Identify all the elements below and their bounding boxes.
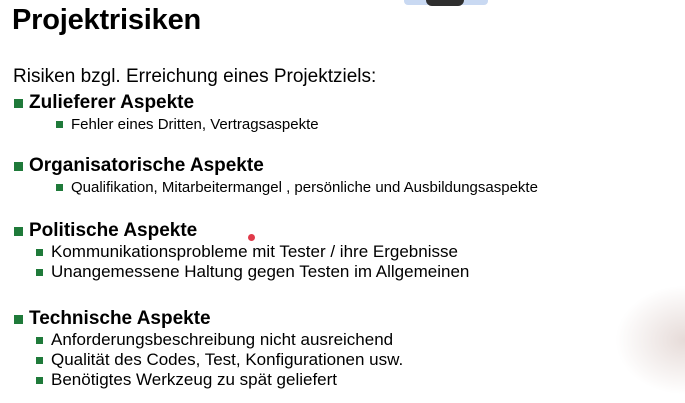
- webcam-shadow: [615, 285, 685, 395]
- section-title: Zulieferer Aspekte: [29, 92, 195, 113]
- list-item: Qualifikation, Mitarbeitermangel , persö…: [56, 177, 538, 197]
- square-bullet-icon: [36, 336, 43, 344]
- list-item-text: Fehler eines Dritten, Vertragsaspekte: [71, 115, 319, 133]
- square-bullet-icon: [36, 356, 43, 364]
- intro-text: Risiken bzgl. Erreichung eines Projektzi…: [13, 66, 377, 87]
- square-bullet-icon: [36, 248, 43, 256]
- toolbar-handle[interactable]: [426, 0, 464, 6]
- list-item-text: Unangemessene Haltung gegen Testen im Al…: [51, 262, 470, 281]
- section-title: Technische Aspekte: [29, 308, 211, 329]
- list-item: Benötigtes Werkzeug zu spät geliefert: [36, 370, 403, 390]
- square-bullet-icon: [56, 120, 63, 128]
- square-bullet-icon: [36, 376, 43, 384]
- list-item-text: Qualifikation, Mitarbeitermangel , persö…: [71, 178, 538, 196]
- laser-pointer-icon: [248, 234, 255, 241]
- section-title: Organisatorische Aspekte: [29, 155, 264, 176]
- list-item: Fehler eines Dritten, Vertragsaspekte: [56, 114, 319, 134]
- square-bullet-icon: [14, 161, 23, 171]
- square-bullet-icon: [14, 314, 23, 324]
- list-item: Anforderungsbeschreibung nicht ausreiche…: [36, 330, 403, 350]
- section-heading: Zulieferer Aspekte: [14, 92, 319, 114]
- top-toolbar-tab[interactable]: [404, 0, 488, 6]
- section-heading: Technische Aspekte: [14, 308, 403, 330]
- section-items: Anforderungsbeschreibung nicht ausreiche…: [14, 330, 403, 390]
- list-item-text: Qualität des Codes, Test, Konfiguratione…: [51, 350, 404, 369]
- square-bullet-icon: [56, 183, 63, 191]
- section-zulieferer: Zulieferer Aspekte Fehler eines Dritten,…: [14, 92, 319, 134]
- list-item-text: Kommunikationsprobleme mit Tester / ihre…: [51, 242, 458, 261]
- list-item: Unangemessene Haltung gegen Testen im Al…: [36, 262, 469, 282]
- list-item-text: Benötigtes Werkzeug zu spät geliefert: [51, 370, 338, 389]
- section-heading: Politische Aspekte: [14, 220, 469, 242]
- section-organisatorisch: Organisatorische Aspekte Qualifikation, …: [14, 155, 538, 197]
- slide-title: Projektrisiken: [12, 4, 202, 36]
- square-bullet-icon: [14, 226, 23, 236]
- section-title: Politische Aspekte: [29, 220, 198, 241]
- section-items: Qualifikation, Mitarbeitermangel , persö…: [14, 177, 538, 197]
- section-politisch: Politische Aspekte Kommunikationsproblem…: [14, 220, 469, 282]
- section-technisch: Technische Aspekte Anforderungsbeschreib…: [14, 308, 403, 390]
- square-bullet-icon: [36, 268, 43, 276]
- section-items: Kommunikationsprobleme mit Tester / ihre…: [14, 242, 469, 282]
- section-items: Fehler eines Dritten, Vertragsaspekte: [14, 114, 319, 134]
- list-item-text: Anforderungsbeschreibung nicht ausreiche…: [51, 330, 394, 349]
- list-item: Qualität des Codes, Test, Konfiguratione…: [36, 350, 403, 370]
- list-item: Kommunikationsprobleme mit Tester / ihre…: [36, 242, 469, 262]
- section-heading: Organisatorische Aspekte: [14, 155, 538, 177]
- square-bullet-icon: [14, 98, 23, 108]
